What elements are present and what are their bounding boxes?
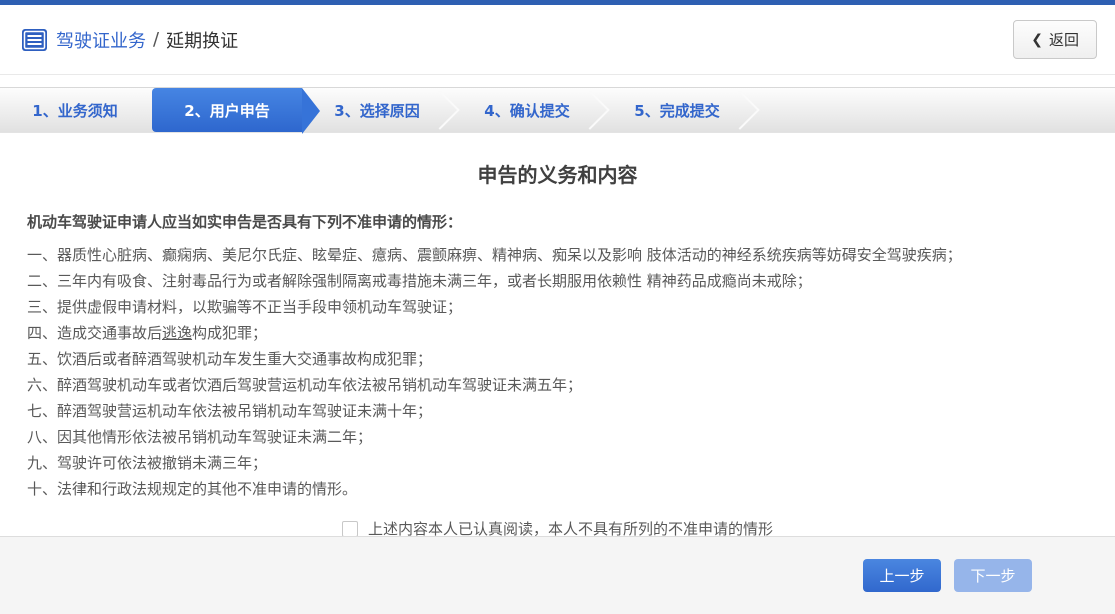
step-label: 4、确认提交	[484, 101, 570, 120]
step-4-confirm-submit: 4、确认提交	[452, 88, 602, 132]
chevron-left-icon: ❮	[1031, 31, 1043, 48]
back-button[interactable]: ❮ 返回	[1013, 20, 1097, 59]
declaration-item-5: 五、饮酒后或者醉酒驾驶机动车发生重大交通事故构成犯罪；	[27, 350, 433, 368]
breadcrumb-separator: /	[153, 29, 160, 50]
footer-bar: 上一步 下一步	[0, 536, 1115, 614]
next-step-button[interactable]: 下一步	[954, 559, 1032, 592]
declaration-item-6: 六、醉酒驾驶机动车或者饮酒后驾驶营运机动车依法被吊销机动车驾驶证未满五年；	[27, 376, 583, 394]
declaration-item-3: 三、提供虚假申请材料，以欺骗等不正当手段申领机动车驾驶证；	[27, 298, 463, 316]
back-button-label: 返回	[1048, 31, 1079, 49]
step-wizard: 1、业务须知 2、用户申告 3、选择原因 4、确认提交 5、完成提交	[0, 87, 1115, 134]
step-label: 5、完成提交	[634, 101, 720, 120]
step-5-complete-submit: 5、完成提交	[602, 88, 752, 132]
breadcrumb: 驾驶证业务 / 延期换证	[22, 27, 238, 53]
declaration-content: 申告的义务和内容 机动车驾驶证申请人应当如实申告是否具有下列不准申请的情形： 一…	[0, 159, 1115, 539]
previous-step-button[interactable]: 上一步	[863, 559, 941, 592]
declaration-item-7: 七、醉酒驾驶营运机动车依法被吊销机动车驾驶证未满十年；	[27, 402, 433, 420]
breadcrumb-business-type[interactable]: 驾驶证业务	[56, 27, 146, 53]
page-title: 申告的义务和内容	[477, 163, 638, 187]
step-2-user-declaration: 2、用户申告	[152, 88, 320, 134]
agreement-checkbox[interactable]	[341, 520, 358, 537]
declaration-item-2: 二、三年内有吸食、注射毒品行为或者解除强制隔离戒毒措施未满三年，或者长期服用依赖…	[27, 272, 812, 290]
declaration-item-1: 一、器质性心脏病、癫痫病、美尼尔氏症、眩晕症、癔病、震颤麻痹、精神病、痴呆以及影…	[27, 246, 962, 264]
step-label: 2、用户申告	[184, 101, 270, 120]
declaration-intro: 机动车驾驶证申请人应当如实申告是否具有下列不准申请的情形：	[27, 213, 463, 231]
declaration-item-4: 四、造成交通事故后逃逸构成犯罪；	[27, 324, 268, 342]
breadcrumb-current-page: 延期换证	[166, 30, 239, 52]
step-1-business-notice: 1、业务须知	[0, 88, 150, 132]
declaration-item-10: 十、法律和行政法规规定的其他不准申请的情形。	[27, 480, 358, 498]
step-label: 1、业务须知	[32, 101, 118, 120]
step-3-select-reason: 3、选择原因	[302, 88, 452, 132]
declaration-items: 一、器质性心脏病、癫痫病、美尼尔氏症、眩晕症、癔病、震颤麻痹、精神病、痴呆以及影…	[27, 242, 1088, 502]
declaration-item-8: 八、因其他情形依法被吊销机动车驾驶证未满二年；	[27, 428, 373, 446]
list-icon	[22, 28, 47, 51]
declaration-item-9: 九、驾驶许可依法被撤销未满三年；	[27, 454, 268, 472]
page-header: 驾驶证业务 / 延期换证 ❮ 返回	[0, 5, 1115, 75]
step-label: 3、选择原因	[334, 101, 420, 120]
